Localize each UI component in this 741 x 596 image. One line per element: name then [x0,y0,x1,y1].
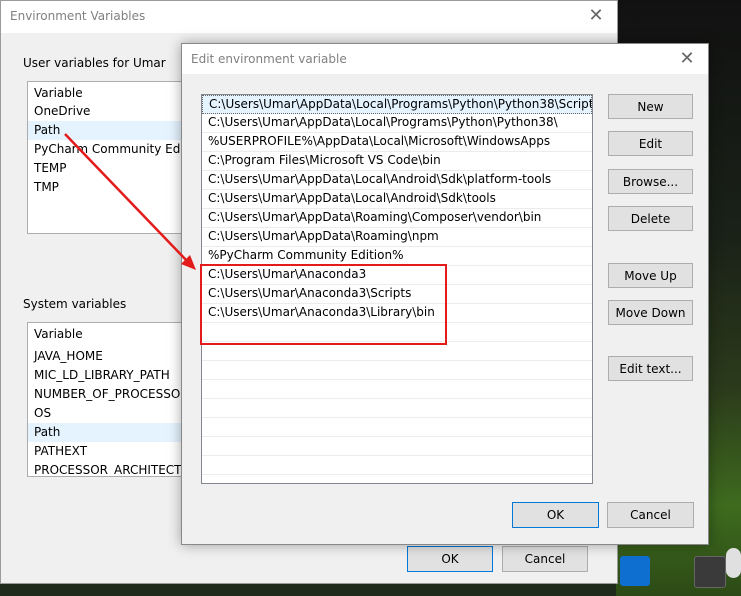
path-entry[interactable]: C:\Users\Umar\AppData\Local\Programs\Pyt… [202,95,592,114]
list-item[interactable]: OneDrive [28,102,186,121]
teamviewer-icon[interactable] [620,556,650,586]
list-item[interactable]: JAVA_HOME [28,347,186,366]
user-variables-label: User variables for Umar [23,56,166,70]
list-item-path[interactable]: Path [28,423,186,442]
list-item[interactable]: TMP [28,178,186,197]
app-icon[interactable] [726,548,741,578]
list-item[interactable]: PATHEXT [28,442,186,461]
ok-button[interactable]: OK [512,502,599,528]
titlebar: Environment Variables ✕ [1,1,617,33]
path-entry[interactable]: C:\Users\Umar\Anaconda3\Scripts [202,285,592,304]
list-item[interactable]: MIC_LD_LIBRARY_PATH [28,366,186,385]
path-entry[interactable]: C:\Users\Umar\Anaconda3 [202,266,592,285]
cancel-button[interactable]: Cancel [502,546,588,572]
path-entry[interactable]: %USERPROFILE%\AppData\Local\Microsoft\Wi… [202,133,592,152]
list-item-path[interactable]: Path [28,121,186,140]
delete-button[interactable]: Delete [608,206,693,231]
empty-row[interactable] [202,323,592,342]
shortcut-icon[interactable] [694,556,726,588]
path-entry[interactable]: %PyCharm Community Edition% [202,247,592,266]
path-entry[interactable]: C:\Users\Umar\AppData\Local\Android\Sdk\… [202,171,592,190]
path-entry[interactable]: C:\Users\Umar\AppData\Local\Android\Sdk\… [202,190,592,209]
path-entry[interactable]: C:\Users\Umar\AppData\Roaming\Composer\v… [202,209,592,228]
titlebar: Edit environment variable ✕ [182,44,708,74]
path-entry[interactable]: C:\Users\Umar\Anaconda3\Library\bin [202,304,592,323]
empty-row[interactable] [202,399,592,418]
path-entry[interactable]: C:\Users\Umar\AppData\Local\Programs\Pyt… [202,114,592,133]
list-item[interactable]: PyCharm Community Edition [28,140,186,159]
ok-button[interactable]: OK [407,546,493,572]
window-title: Environment Variables [10,9,146,23]
new-button[interactable]: New [608,94,693,119]
edit-environment-variable-dialog: Edit environment variable ✕ C:\Users\Uma… [181,43,709,545]
empty-row[interactable] [202,418,592,437]
list-item[interactable]: TEMP [28,159,186,178]
cancel-button[interactable]: Cancel [607,502,694,528]
list-header-variable[interactable]: Variable [28,323,186,347]
user-variables-list[interactable]: Variable OneDrive Path PyCharm Community… [27,81,187,234]
edit-text-button[interactable]: Edit text... [608,356,693,381]
list-item[interactable]: NUMBER_OF_PROCESSORS [28,385,186,404]
move-up-button[interactable]: Move Up [608,263,693,288]
path-entry[interactable]: C:\Program Files\Microsoft VS Code\bin [202,152,592,171]
dialog-title: Edit environment variable [191,52,347,66]
empty-row[interactable] [202,380,592,399]
edit-button[interactable]: Edit [608,131,693,156]
path-entries-list[interactable]: C:\Users\Umar\AppData\Local\Programs\Pyt… [201,94,593,484]
empty-row[interactable] [202,361,592,380]
path-entry[interactable]: C:\Users\Umar\AppData\Roaming\npm [202,228,592,247]
system-variables-label: System variables [23,297,127,311]
list-item[interactable]: OS [28,404,186,423]
close-icon[interactable]: ✕ [674,48,700,70]
close-icon[interactable]: ✕ [583,5,609,27]
list-item[interactable]: PROCESSOR_ARCHITECTURE [28,461,186,476]
list-header-variable[interactable]: Variable [28,82,186,102]
move-down-button[interactable]: Move Down [608,300,693,325]
browse-button[interactable]: Browse... [608,169,693,194]
empty-row[interactable] [202,456,592,475]
empty-row[interactable] [202,342,592,361]
empty-row[interactable] [202,437,592,456]
system-variables-list[interactable]: Variable JAVA_HOME MIC_LD_LIBRARY_PATH N… [27,322,187,477]
